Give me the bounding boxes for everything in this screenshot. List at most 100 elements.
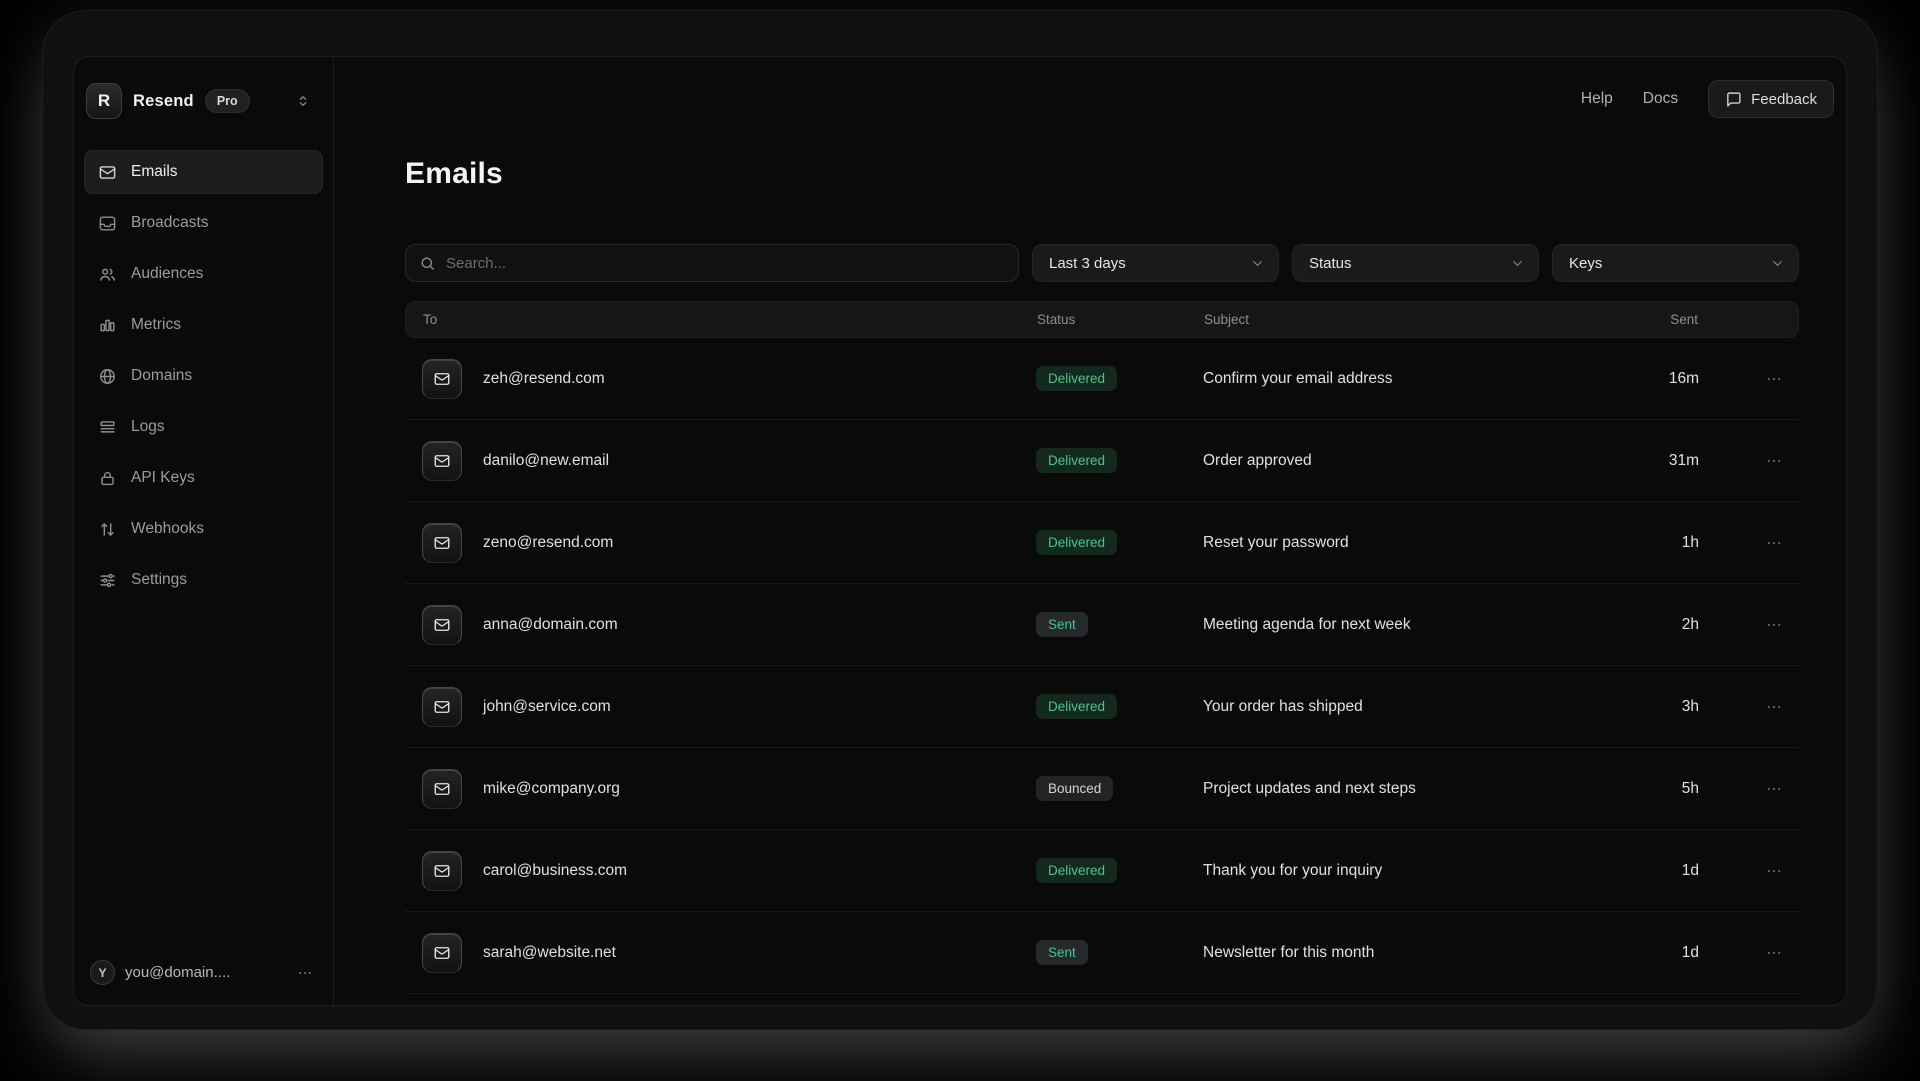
email-row[interactable]: sarah@website.net Sent Newsletter for th… <box>405 912 1799 994</box>
row-menu-ellipsis-icon[interactable] <box>1699 370 1799 388</box>
col-header-subject: Subject <box>1204 312 1568 327</box>
status-badge: Sent <box>1036 612 1088 638</box>
workspace-switcher[interactable]: R Resend Pro <box>84 83 323 119</box>
avatar: Y <box>90 960 115 985</box>
email-row[interactable]: anna@domain.com Sent Meeting agenda for … <box>405 584 1799 666</box>
sent-time: 16m <box>1569 370 1699 388</box>
dropdown-label: Status <box>1309 255 1352 272</box>
row-menu-ellipsis-icon[interactable] <box>1699 780 1799 798</box>
sliders-icon <box>98 571 117 590</box>
status-badge: Delivered <box>1036 858 1117 884</box>
envelope-icon <box>422 851 462 891</box>
chevrons-up-down-icon[interactable] <box>295 93 311 109</box>
page-title: Emails <box>405 157 1846 191</box>
row-menu-ellipsis-icon[interactable] <box>1699 698 1799 716</box>
sidebar-item-audiences[interactable]: Audiences <box>84 252 323 296</box>
row-menu-ellipsis-icon[interactable] <box>1699 534 1799 552</box>
filter-dropdown-keys[interactable]: Keys <box>1552 244 1799 282</box>
envelope-icon <box>422 523 462 563</box>
sent-time: 2h <box>1569 616 1699 634</box>
search-box <box>405 244 1019 282</box>
feedback-label: Feedback <box>1751 91 1817 108</box>
envelope-icon <box>422 933 462 973</box>
email-row[interactable]: carol@business.com Delivered Thank you f… <box>405 830 1799 912</box>
filter-dropdowns: Last 3 days Status Keys <box>1032 244 1799 282</box>
help-link[interactable]: Help <box>1581 90 1613 108</box>
search-icon <box>419 255 436 272</box>
users-icon <box>98 265 117 284</box>
filter-dropdown-last-3-days[interactable]: Last 3 days <box>1032 244 1279 282</box>
logs-icon <box>98 418 117 437</box>
main-content: Help Docs Feedback Emails Last 3 da <box>334 57 1846 1005</box>
email-row[interactable]: john@service.com Delivered Your order ha… <box>405 666 1799 748</box>
topbar: Help Docs Feedback <box>334 57 1846 118</box>
email-subject: Meeting agenda for next week <box>1203 616 1569 634</box>
sidebar-item-webhooks[interactable]: Webhooks <box>84 507 323 551</box>
recipient-email: john@service.com <box>483 698 611 716</box>
sidebar-item-label: Logs <box>131 418 165 436</box>
sidebar-nav: Emails Broadcasts Audiences Metrics Doma… <box>84 150 323 602</box>
sidebar-item-broadcasts[interactable]: Broadcasts <box>84 201 323 245</box>
status-badge: Delivered <box>1036 448 1117 474</box>
row-menu-ellipsis-icon[interactable] <box>1699 862 1799 880</box>
sidebar-item-label: Emails <box>131 163 178 181</box>
sidebar-item-metrics[interactable]: Metrics <box>84 303 323 347</box>
sidebar-item-label: API Keys <box>131 469 195 487</box>
sent-time: 1h <box>1569 534 1699 552</box>
sent-time: 5h <box>1569 780 1699 798</box>
plan-badge: Pro <box>205 89 250 113</box>
filter-dropdown-status[interactable]: Status <box>1292 244 1539 282</box>
table-body: zeh@resend.com Delivered Confirm your em… <box>405 338 1799 1005</box>
sidebar-item-api-keys[interactable]: API Keys <box>84 456 323 500</box>
email-row[interactable]: zeno@resend.com Delivered Reset your pas… <box>405 502 1799 584</box>
sent-time: 31m <box>1569 452 1699 470</box>
envelope-icon <box>422 359 462 399</box>
envelope-icon <box>98 163 117 182</box>
email-row[interactable]: mike@company.org Bounced Project updates… <box>405 748 1799 830</box>
feedback-button[interactable]: Feedback <box>1708 80 1834 118</box>
email-row[interactable]: zeh@resend.com Delivered Confirm your em… <box>405 338 1799 420</box>
filter-row: Last 3 days Status Keys <box>405 244 1799 282</box>
sidebar-item-label: Settings <box>131 571 187 589</box>
envelope-icon <box>422 687 462 727</box>
recipient-email: danilo@new.email <box>483 452 609 470</box>
email-row[interactable]: Delivered <box>405 994 1799 1005</box>
app-window-frame: R Resend Pro Emails Broadcasts Audiences… <box>42 10 1878 1030</box>
inbox-icon <box>98 214 117 233</box>
status-badge: Sent <box>1036 940 1088 966</box>
sidebar-item-settings[interactable]: Settings <box>84 558 323 602</box>
docs-link[interactable]: Docs <box>1643 90 1678 108</box>
emails-table: To Status Subject Sent zeh@resend.com De… <box>405 301 1799 1005</box>
user-menu[interactable]: Y you@domain.... <box>84 954 323 991</box>
email-subject: Your order has shipped <box>1203 698 1569 716</box>
col-header-to: To <box>406 312 1037 327</box>
dropdown-label: Last 3 days <box>1049 255 1126 272</box>
recipient-email: sarah@website.net <box>483 944 616 962</box>
sidebar-item-emails[interactable]: Emails <box>84 150 323 194</box>
row-menu-ellipsis-icon[interactable] <box>1699 452 1799 470</box>
status-badge: Delivered <box>1036 530 1117 556</box>
app-window: R Resend Pro Emails Broadcasts Audiences… <box>73 56 1847 1006</box>
arrows-up-down-icon <box>98 520 117 539</box>
row-menu-ellipsis-icon[interactable] <box>1699 944 1799 962</box>
row-menu-ellipsis-icon[interactable] <box>1699 616 1799 634</box>
recipient-email: zeno@resend.com <box>483 534 613 552</box>
user-email: you@domain.... <box>125 964 230 981</box>
recipient-email: zeh@resend.com <box>483 370 605 388</box>
email-subject: Thank you for your inquiry <box>1203 862 1569 880</box>
col-header-sent: Sent <box>1568 312 1698 327</box>
email-row[interactable]: danilo@new.email Delivered Order approve… <box>405 420 1799 502</box>
sidebar-item-logs[interactable]: Logs <box>84 405 323 449</box>
email-subject: Order approved <box>1203 452 1569 470</box>
envelope-icon <box>422 605 462 645</box>
status-badge: Delivered <box>1036 694 1117 720</box>
ellipsis-icon[interactable] <box>297 965 313 981</box>
recipient-email: anna@domain.com <box>483 616 618 634</box>
search-input[interactable] <box>446 255 1005 272</box>
status-badge: Bounced <box>1036 776 1113 802</box>
col-header-status: Status <box>1037 312 1204 327</box>
globe-icon <box>98 367 117 386</box>
sidebar-item-label: Audiences <box>131 265 203 283</box>
bar-chart-icon <box>98 316 117 335</box>
sidebar-item-domains[interactable]: Domains <box>84 354 323 398</box>
